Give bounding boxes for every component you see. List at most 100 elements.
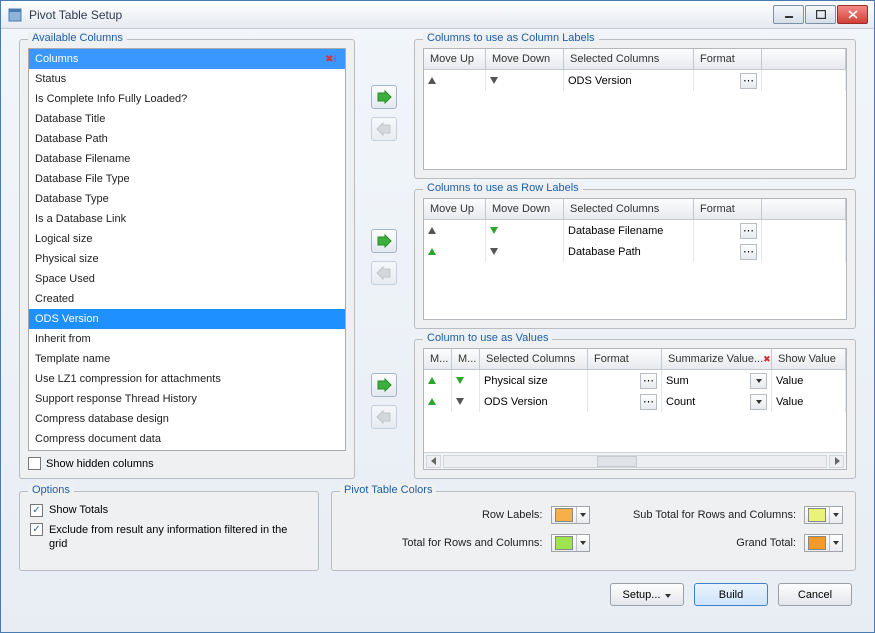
arrow-down-icon[interactable] — [456, 377, 464, 384]
subtotal-color-label: Sub Total for Rows and Columns: — [598, 509, 797, 521]
cancel-button[interactable]: Cancel — [778, 583, 852, 606]
ellipsis-button[interactable]: ⋯ — [740, 244, 757, 260]
val-movedown-header[interactable]: M... — [452, 349, 480, 369]
minimize-button[interactable] — [773, 5, 804, 24]
scroll-left-icon[interactable] — [426, 455, 441, 468]
column-labels-legend: Columns to use as Column Labels — [423, 32, 599, 44]
total-color-picker[interactable] — [551, 534, 590, 552]
exclude-filtered-checkbox[interactable] — [30, 523, 43, 536]
list-item[interactable]: Database Path — [29, 129, 345, 149]
row-labels-color-picker[interactable] — [551, 506, 590, 524]
col-extra-header — [762, 49, 846, 69]
list-item[interactable]: Inherit from — [29, 329, 345, 349]
remove-from-row-labels-button[interactable] — [371, 261, 397, 285]
col-selected-header[interactable]: Selected Columns — [564, 49, 694, 69]
filter-icon[interactable]: ✖⁝ — [763, 354, 772, 365]
list-item[interactable]: Database Type — [29, 189, 345, 209]
add-to-row-labels-button[interactable] — [371, 229, 397, 253]
build-button[interactable]: Build — [694, 583, 768, 606]
ellipsis-button[interactable]: ⋯ — [740, 73, 757, 89]
dropdown-icon — [576, 507, 589, 523]
ellipsis-button[interactable]: ⋯ — [640, 394, 657, 410]
list-item[interactable]: Support response Thread History — [29, 389, 345, 409]
row-format-header[interactable]: Format — [694, 199, 762, 219]
arrow-up-icon[interactable] — [428, 377, 436, 384]
grand-total-color-picker[interactable] — [804, 534, 843, 552]
list-item[interactable]: Database File Type — [29, 169, 345, 189]
subtotal-color-picker[interactable] — [804, 506, 843, 524]
remove-from-values-button[interactable] — [371, 405, 397, 429]
list-item[interactable]: Compress database design — [29, 409, 345, 429]
col-moveup-header[interactable]: Move Up — [424, 49, 486, 69]
table-row[interactable]: ODS Version⋯CountValue — [424, 391, 846, 412]
scroll-right-icon[interactable] — [829, 455, 844, 468]
list-item[interactable]: Logical size — [29, 229, 345, 249]
show-totals-checkbox[interactable] — [30, 504, 43, 517]
available-columns-list[interactable]: Columns✖⁝StatusIs Complete Info Fully Lo… — [28, 48, 346, 451]
row-selected-header[interactable]: Selected Columns — [564, 199, 694, 219]
arrow-down-icon[interactable] — [490, 248, 498, 255]
dropdown-icon — [576, 535, 589, 551]
arrow-down-icon[interactable] — [490, 77, 498, 84]
close-button[interactable] — [837, 5, 868, 24]
available-columns-group: Available Columns Columns✖⁝StatusIs Comp… — [19, 39, 355, 479]
arrow-up-icon[interactable] — [428, 398, 436, 405]
show-hidden-label: Show hidden columns — [46, 458, 154, 470]
val-format-header[interactable]: Format — [588, 349, 662, 369]
show-hidden-checkbox[interactable] — [28, 457, 41, 470]
setup-button[interactable]: Setup... — [610, 583, 684, 606]
val-selected-header[interactable]: Selected Columns — [480, 349, 588, 369]
remove-from-column-labels-button[interactable] — [371, 117, 397, 141]
arrow-down-icon[interactable] — [490, 227, 498, 234]
values-h-scrollbar[interactable] — [424, 452, 846, 469]
row-extra-header — [762, 199, 846, 219]
table-row[interactable]: Database Filename⋯ — [424, 220, 846, 241]
arrow-up-icon[interactable] — [428, 248, 436, 255]
list-item[interactable]: Template name — [29, 349, 345, 369]
ellipsis-button[interactable]: ⋯ — [640, 373, 657, 389]
colors-group: Pivot Table Colors Row Labels: Sub Total… — [331, 491, 856, 571]
col-movedown-header[interactable]: Move Down — [486, 49, 564, 69]
table-row[interactable]: Physical size⋯SumValue — [424, 370, 846, 391]
list-item[interactable]: Use LZ1 compression for attachments — [29, 369, 345, 389]
table-row[interactable]: ODS Version⋯ — [424, 70, 846, 91]
add-to-values-button[interactable] — [371, 373, 397, 397]
colors-legend: Pivot Table Colors — [340, 484, 436, 496]
list-item[interactable]: Is Complete Info Fully Loaded? — [29, 89, 345, 109]
list-item[interactable]: Physical size — [29, 249, 345, 269]
table-row[interactable]: Database Path⋯ — [424, 241, 846, 262]
ellipsis-button[interactable]: ⋯ — [740, 223, 757, 239]
column-labels-group: Columns to use as Column Labels Move Up … — [414, 39, 856, 179]
dropdown-button[interactable] — [750, 373, 767, 389]
list-item[interactable]: Status — [29, 69, 345, 89]
list-item[interactable]: Space Used — [29, 269, 345, 289]
filter-icon[interactable]: ✖⁝ — [325, 54, 339, 65]
row-moveup-header[interactable]: Move Up — [424, 199, 486, 219]
list-item[interactable]: Compress document data — [29, 429, 345, 449]
scroll-thumb[interactable] — [597, 456, 637, 467]
row-movedown-header[interactable]: Move Down — [486, 199, 564, 219]
show-totals-label: Show Totals — [49, 504, 108, 516]
column-labels-table[interactable]: Move Up Move Down Selected Columns Forma… — [423, 48, 847, 170]
row-labels-table[interactable]: Move Up Move Down Selected Columns Forma… — [423, 198, 847, 320]
arrow-down-icon[interactable] — [456, 398, 464, 405]
pivot-table-setup-window: Pivot Table Setup Available Columns Colu… — [0, 0, 875, 633]
dropdown-button[interactable] — [750, 394, 767, 410]
values-group: Column to use as Values M... M... Select… — [414, 339, 856, 479]
values-table[interactable]: M... M... Selected Columns Format Summar… — [423, 348, 847, 470]
maximize-button[interactable] — [805, 5, 836, 24]
col-format-header[interactable]: Format — [694, 49, 762, 69]
list-item[interactable]: Database Title — [29, 109, 345, 129]
arrow-up-icon[interactable] — [428, 77, 436, 84]
val-moveup-header[interactable]: M... — [424, 349, 452, 369]
titlebar[interactable]: Pivot Table Setup — [1, 1, 874, 29]
arrow-up-icon[interactable] — [428, 227, 436, 234]
list-item[interactable]: ODS Version — [29, 309, 345, 329]
list-item[interactable]: Is a Database Link — [29, 209, 345, 229]
add-to-column-labels-button[interactable] — [371, 85, 397, 109]
val-summarize-header[interactable]: Summarize Value...✖⁝ — [662, 349, 772, 369]
available-columns-header[interactable]: Columns✖⁝ — [29, 49, 345, 69]
list-item[interactable]: Created — [29, 289, 345, 309]
val-show-header[interactable]: Show Value — [772, 349, 846, 369]
list-item[interactable]: Database Filename — [29, 149, 345, 169]
